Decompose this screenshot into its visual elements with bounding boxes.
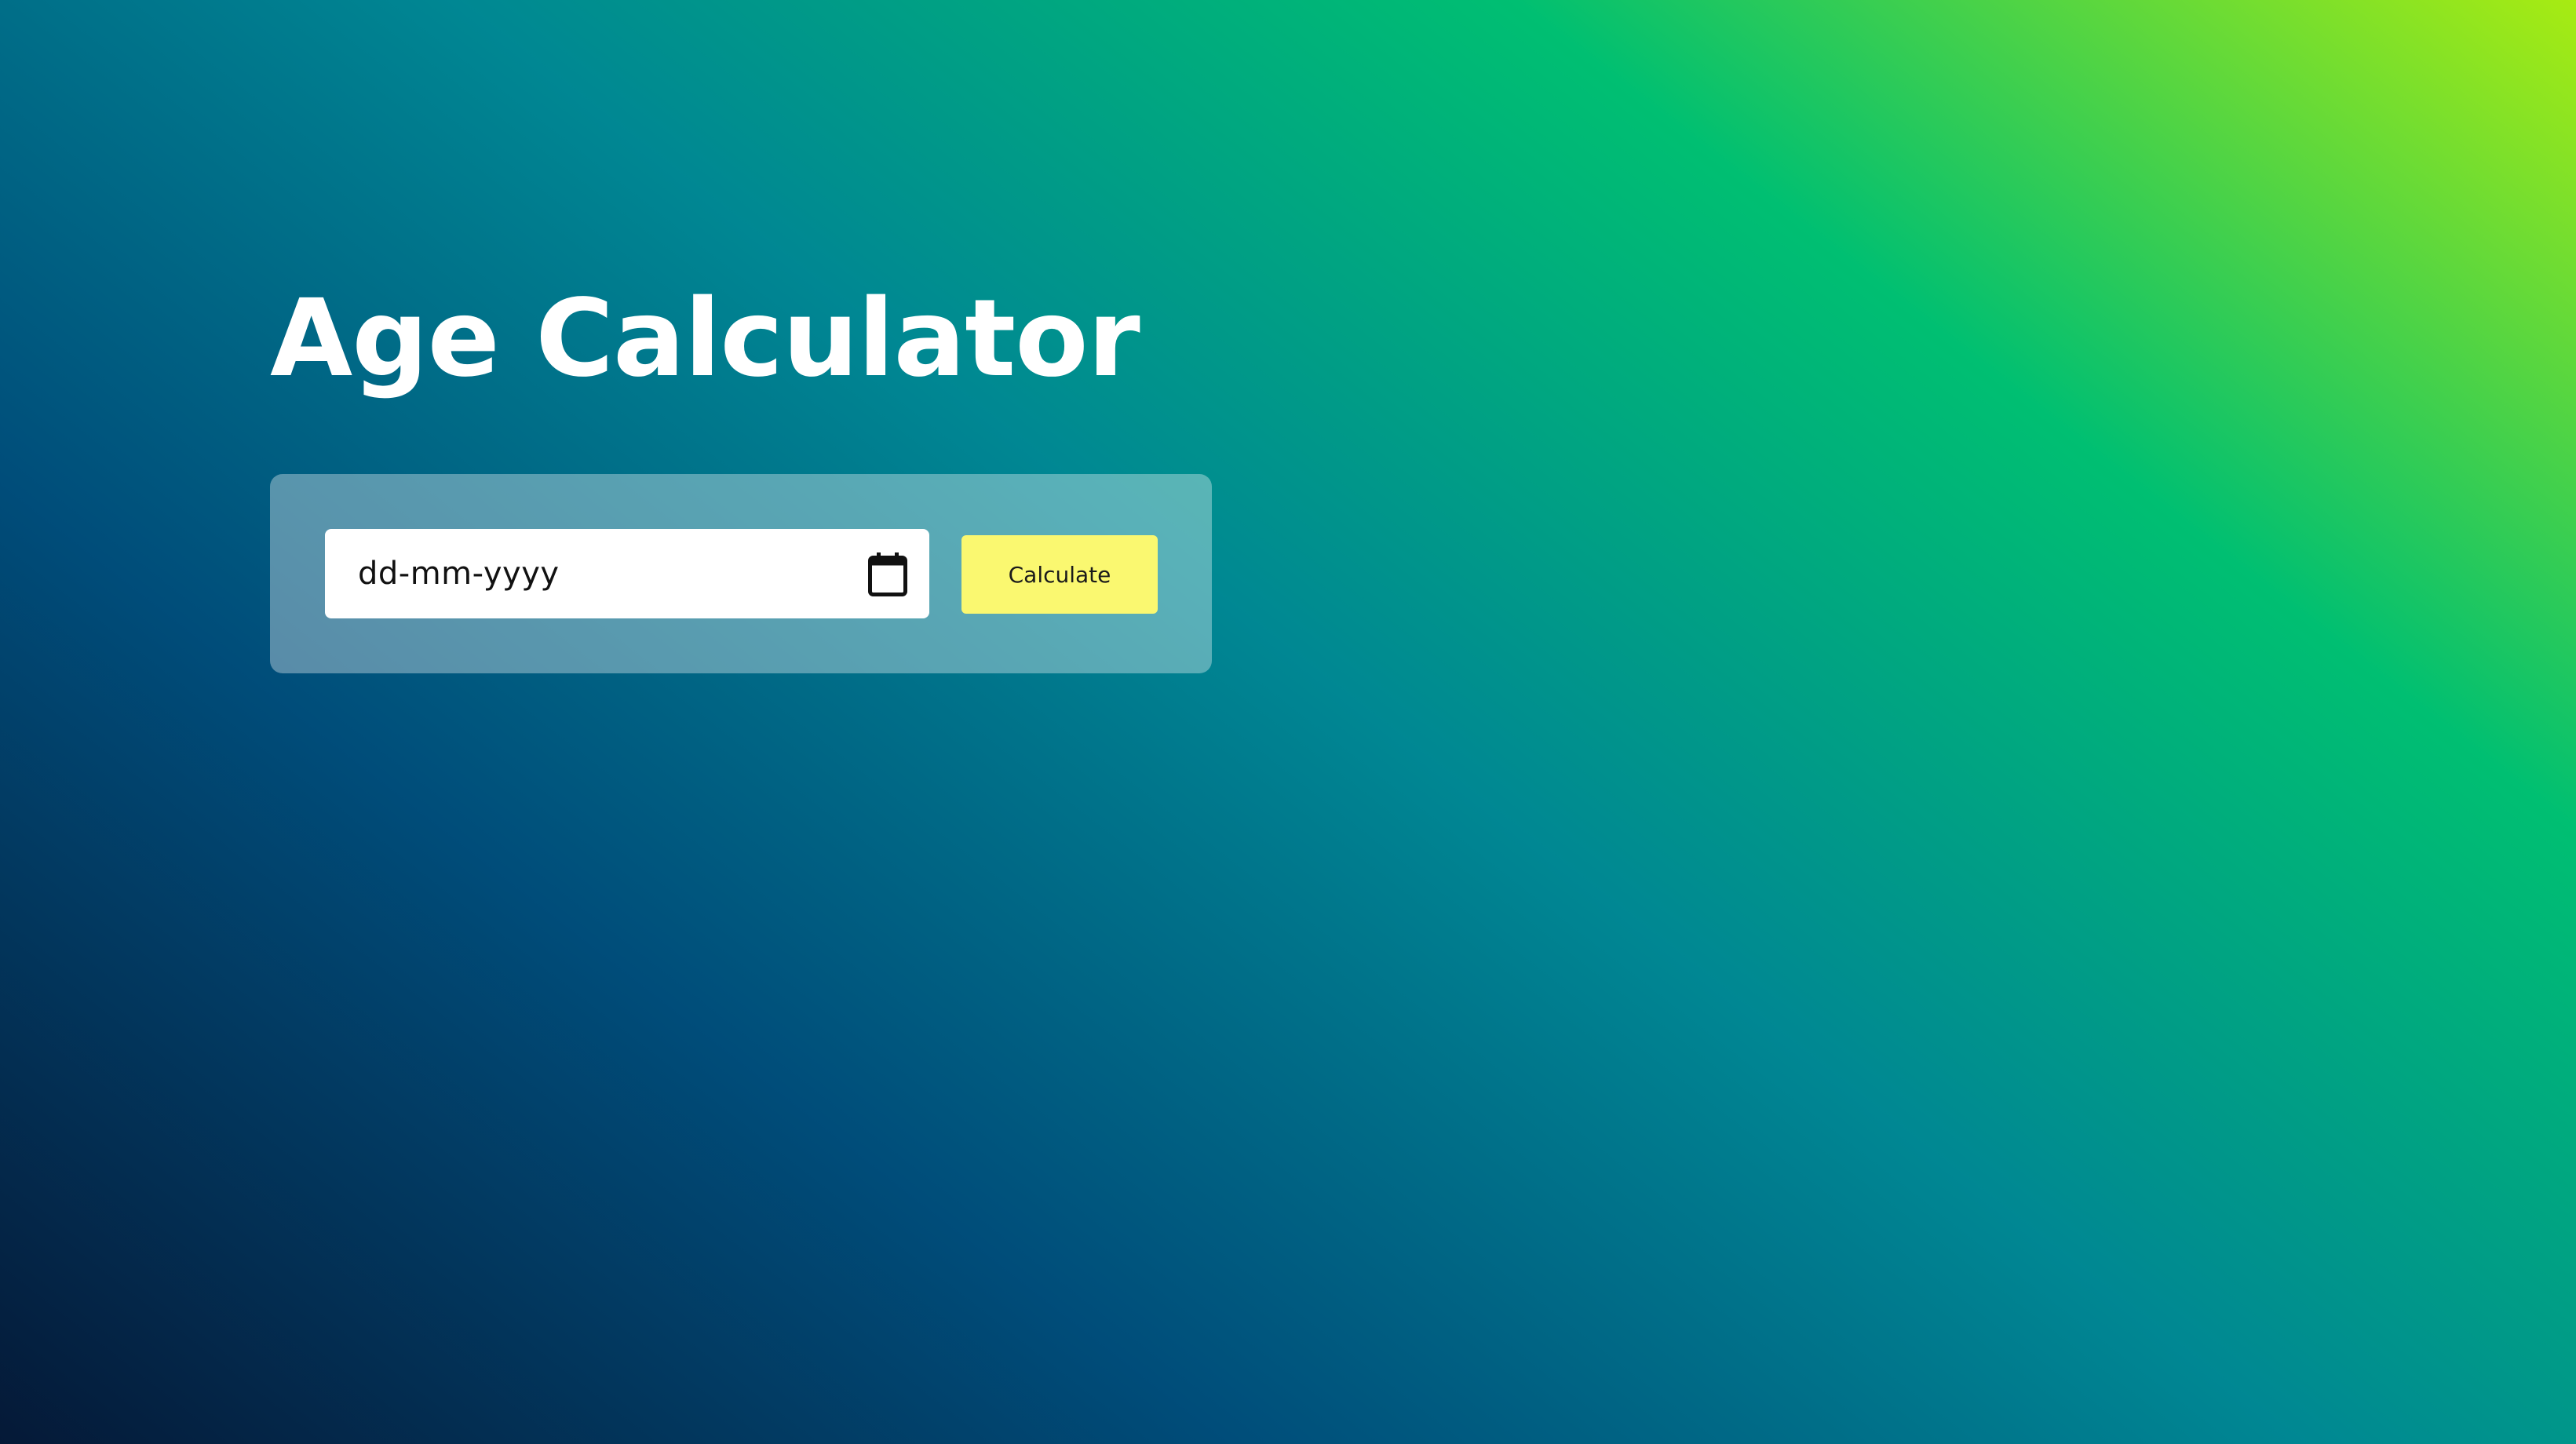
page-title: Age Calculator	[270, 277, 1140, 401]
calculate-button[interactable]: Calculate	[961, 535, 1158, 614]
calculator-panel: dd-mm-yyyy Calculate	[270, 474, 1212, 673]
calendar-icon[interactable]	[868, 552, 907, 596]
date-input-placeholder: dd-mm-yyyy	[358, 556, 560, 592]
date-input[interactable]: dd-mm-yyyy	[325, 529, 929, 618]
